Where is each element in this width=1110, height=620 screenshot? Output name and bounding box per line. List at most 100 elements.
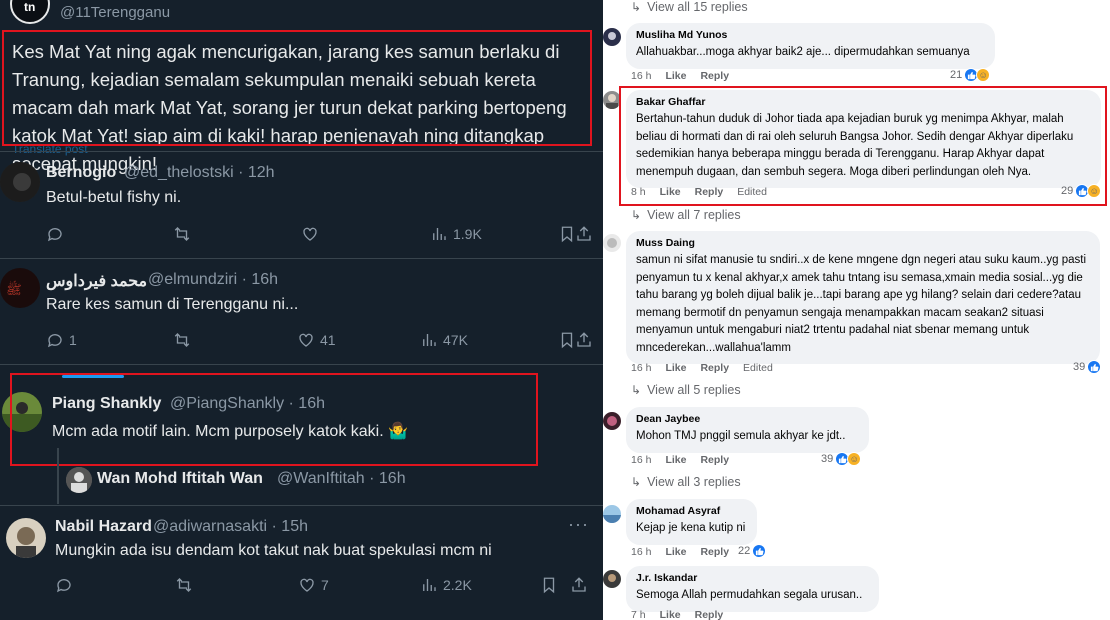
- retweet-button[interactable]: [173, 331, 191, 349]
- commenter-name[interactable]: Mohamad Asyraf: [636, 505, 747, 517]
- comment-time[interactable]: 16 h: [631, 70, 651, 82]
- commenter-name[interactable]: Bakar Ghaffar: [636, 96, 1091, 108]
- share-icon: [577, 226, 591, 241]
- comment-icon: [56, 579, 71, 593]
- reaction-count: 39: [821, 453, 834, 465]
- avatar[interactable]: [603, 91, 621, 109]
- comment-actions: 16 h Like Reply: [631, 70, 729, 82]
- view-replies-link[interactable]: ↳ View all 7 replies: [631, 208, 741, 222]
- reactions[interactable]: 29 ☺: [1061, 184, 1102, 198]
- reply-arrow-icon: ↳: [631, 475, 642, 489]
- twitter-panel: tn @11Terengganu Kes Mat Yat ning agak m…: [0, 0, 603, 620]
- reply-button[interactable]: [55, 576, 73, 594]
- reply-button[interactable]: 1: [46, 331, 77, 349]
- comment-bubble: J.r. Iskandar Semoga Allah permudahkan s…: [626, 566, 879, 612]
- reply-author-name[interactable]: Nabil Hazard: [55, 518, 152, 536]
- comment-bubble: Musliha Md Yunos Allahuakbar...moga akhy…: [626, 23, 995, 69]
- share-button[interactable]: [575, 331, 593, 349]
- more-options-icon[interactable]: ···: [568, 514, 589, 535]
- reply-author-meta[interactable]: @elmundziri · 16h: [148, 271, 278, 289]
- highlight-box: [10, 373, 538, 466]
- like-button[interactable]: [301, 225, 319, 243]
- comment-actions: 8 h Like Reply Edited: [631, 186, 767, 198]
- reactions[interactable]: 21 ☺: [950, 68, 991, 82]
- retweet-button[interactable]: [175, 576, 193, 594]
- like-link[interactable]: Like: [660, 186, 681, 198]
- thread-line: [57, 448, 59, 504]
- commenter-name[interactable]: J.r. Iskandar: [636, 572, 869, 584]
- reply-author-meta[interactable]: @ed_thelostski · 12h: [124, 164, 275, 182]
- view-replies-link[interactable]: ↳ View all 3 replies: [631, 475, 741, 489]
- quoted-author-name[interactable]: Wan Mohd Iftitah Wan: [97, 470, 263, 488]
- avatar[interactable]: [603, 234, 621, 252]
- reply-link[interactable]: Reply: [695, 609, 724, 620]
- avatar[interactable]: tn: [10, 0, 50, 24]
- avatar[interactable]: [603, 28, 621, 46]
- bookmark-button[interactable]: [558, 225, 576, 243]
- commenter-name[interactable]: Dean Jaybee: [636, 413, 859, 425]
- reply-author-meta[interactable]: @adiwarnasakti · 15h: [153, 518, 308, 536]
- like-count: 7: [321, 577, 329, 593]
- reactions[interactable]: 22: [738, 544, 767, 558]
- reply-link[interactable]: Reply: [700, 454, 729, 466]
- reply-author-name[interactable]: Bernogio: [46, 164, 116, 182]
- commenter-name[interactable]: Muss Daing: [636, 237, 1090, 249]
- comment-time[interactable]: 16 h: [631, 362, 651, 374]
- reply-arrow-icon: ↳: [631, 0, 642, 14]
- comment-time[interactable]: 16 h: [631, 546, 651, 558]
- comment-time[interactable]: 8 h: [631, 186, 646, 198]
- reply-link[interactable]: Reply: [700, 362, 729, 374]
- reply-link[interactable]: Reply: [700, 546, 729, 558]
- comment-time[interactable]: 16 h: [631, 454, 651, 466]
- reply-count: 1: [69, 332, 77, 348]
- views-button[interactable]: 2.2K: [420, 576, 472, 594]
- avatar[interactable]: [603, 505, 621, 523]
- retweet-icon: [174, 333, 190, 347]
- quoted-author-meta[interactable]: @WanIftitah · 16h: [277, 470, 406, 488]
- view-replies-link[interactable]: ↳ View all 5 replies: [631, 383, 741, 397]
- view-replies-link[interactable]: ↳ View all 15 replies: [631, 0, 748, 14]
- retweet-button[interactable]: [173, 225, 191, 243]
- edited-label: Edited: [737, 186, 767, 198]
- reactions[interactable]: 39: [1073, 360, 1102, 374]
- reply-author-meta[interactable]: @PiangShankly · 16h: [170, 395, 325, 413]
- views-button[interactable]: 1.9K: [430, 225, 482, 243]
- avatar[interactable]: [603, 570, 621, 588]
- comment-text: Kejap je kena kutip ni: [636, 522, 746, 534]
- like-link[interactable]: Like: [665, 362, 686, 374]
- avatar[interactable]: [0, 162, 40, 202]
- like-link[interactable]: Like: [660, 609, 681, 620]
- avatar[interactable]: [2, 392, 42, 432]
- heart-icon: [303, 227, 317, 241]
- reactions[interactable]: 39 ☺: [821, 452, 862, 466]
- author-handle[interactable]: @11Terengganu: [60, 4, 170, 21]
- bookmark-button[interactable]: [540, 576, 558, 594]
- reply-arrow-icon: ↳: [631, 383, 642, 397]
- reply-button[interactable]: [46, 225, 64, 243]
- like-link[interactable]: Like: [665, 546, 686, 558]
- reply-author-name[interactable]: Piang Shankly: [52, 395, 161, 413]
- like-button[interactable]: 7: [298, 576, 329, 594]
- reply-author-name[interactable]: محمد فيرداوس: [46, 271, 147, 291]
- comment-time[interactable]: 7 h: [631, 609, 646, 620]
- reply-link[interactable]: Reply: [700, 70, 729, 82]
- like-link[interactable]: Like: [665, 454, 686, 466]
- avatar[interactable]: [603, 412, 621, 430]
- bookmark-button[interactable]: [558, 331, 576, 349]
- thread-indicator: [62, 375, 124, 378]
- edited-label: Edited: [743, 362, 773, 374]
- avatar[interactable]: ﷺ: [0, 268, 40, 308]
- comment-bubble: Mohamad Asyraf Kejap je kena kutip ni: [626, 499, 757, 545]
- avatar[interactable]: [6, 518, 46, 558]
- reply-link[interactable]: Reply: [695, 186, 724, 198]
- share-icon: [572, 577, 586, 592]
- share-button[interactable]: [575, 225, 593, 243]
- like-link[interactable]: Like: [665, 70, 686, 82]
- bookmark-icon: [561, 332, 573, 349]
- commenter-name[interactable]: Musliha Md Yunos: [636, 29, 985, 41]
- like-button[interactable]: 41: [297, 331, 336, 349]
- share-button[interactable]: [570, 576, 588, 594]
- avatar[interactable]: [66, 467, 92, 493]
- views-button[interactable]: 47K: [420, 331, 468, 349]
- translate-link[interactable]: Translate post: [12, 142, 88, 156]
